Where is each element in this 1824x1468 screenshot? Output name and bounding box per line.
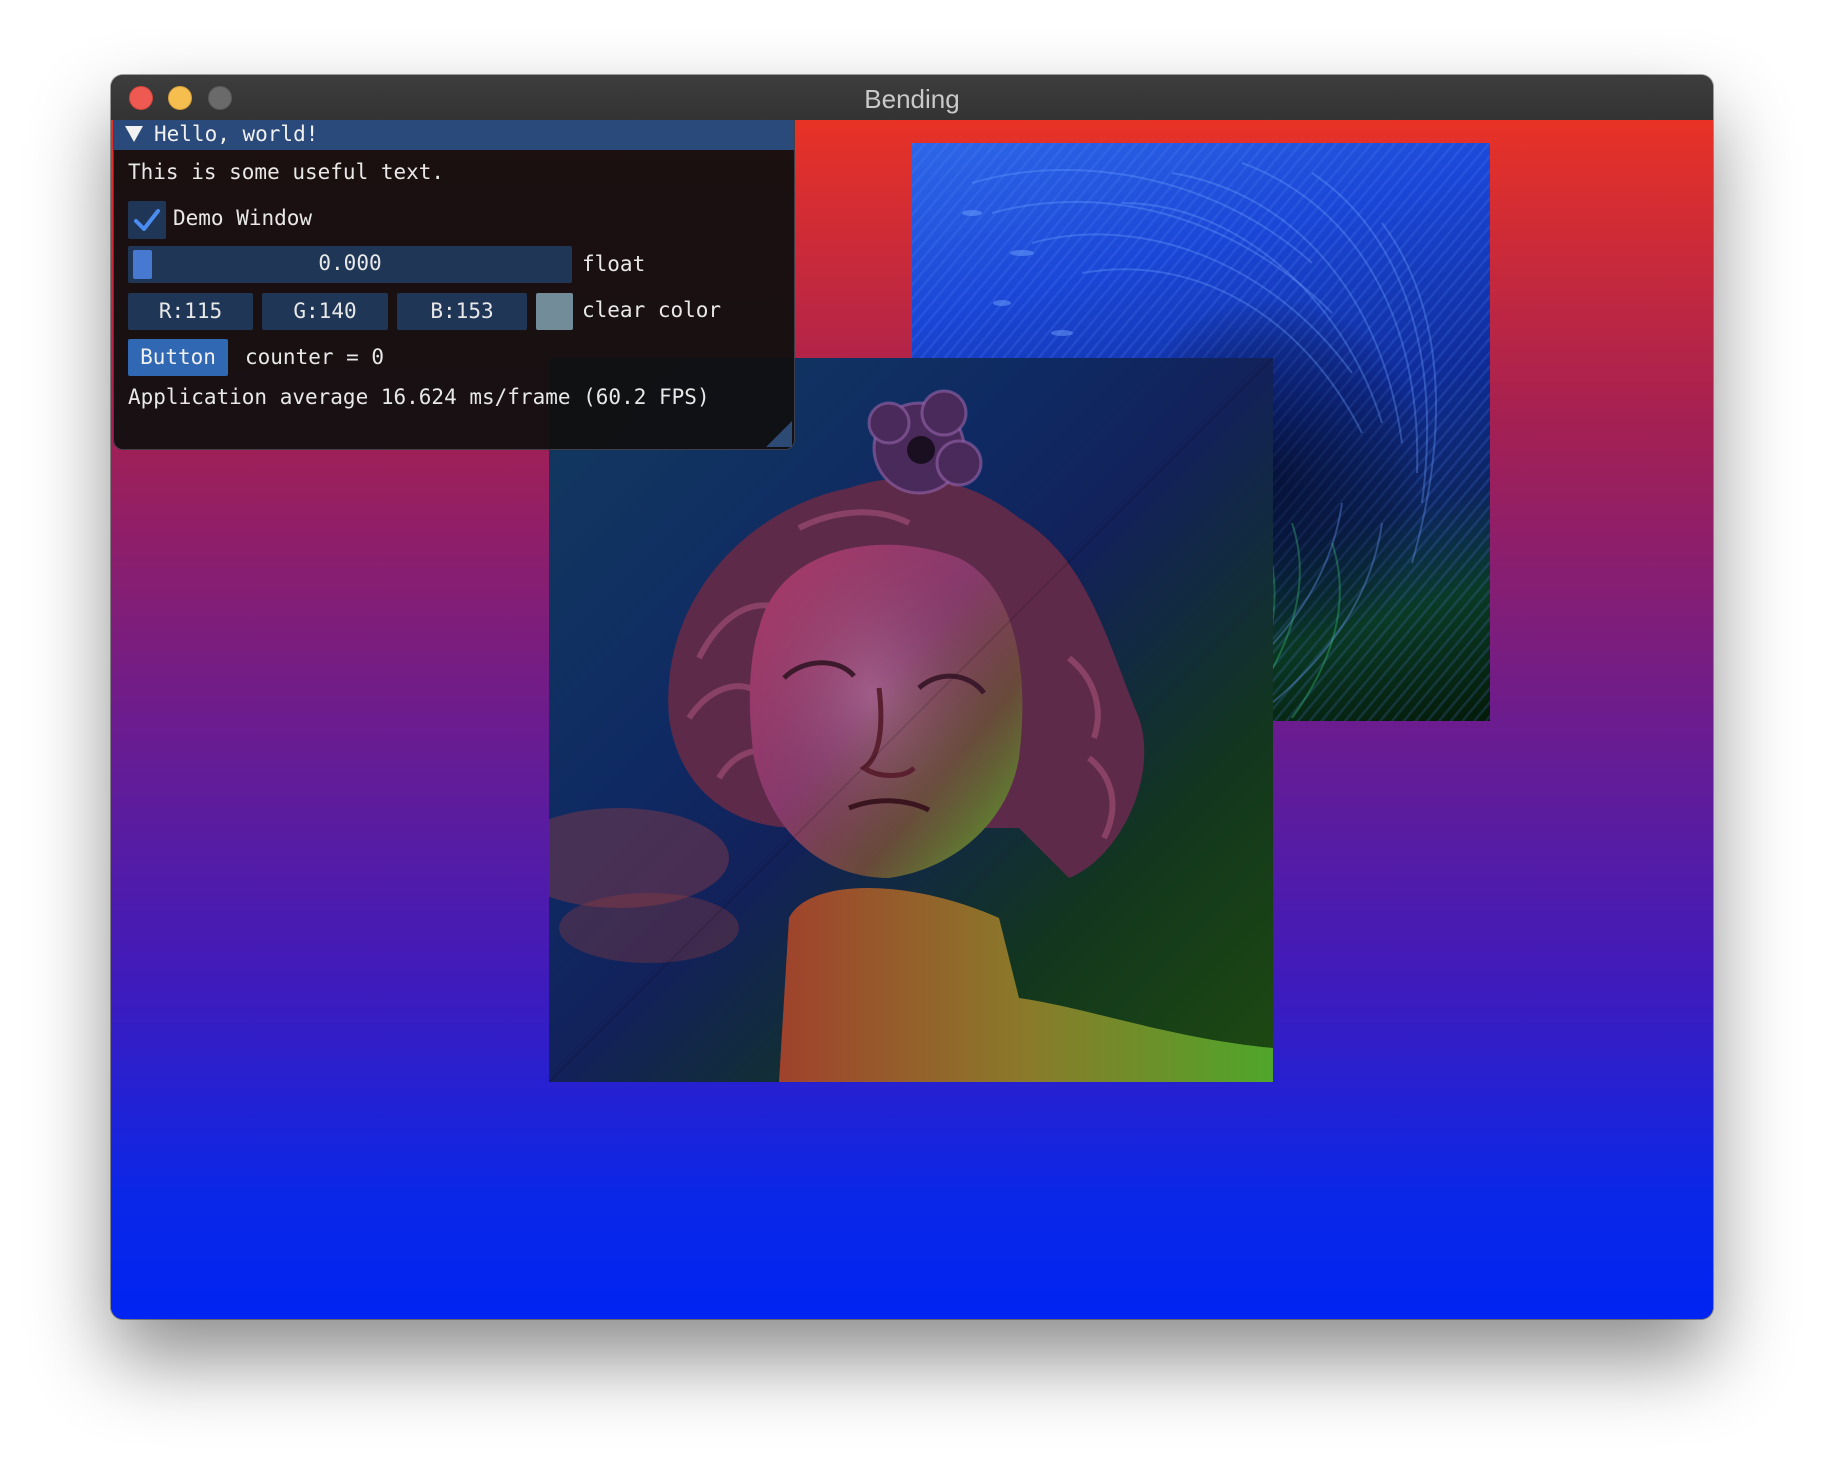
imgui-hello-window[interactable]: Hello, world! This is some useful text. … [113,120,795,450]
demo-window-label: Demo Window [173,206,313,230]
float-label: float [582,252,646,276]
useful-text: This is some useful text. [128,160,445,184]
checkmark-icon [134,209,160,231]
statue-texture-quad [549,358,1273,1082]
app-window: Bending Hello, world! This is some usefu… [111,75,1713,1319]
resize-grip[interactable] [766,421,792,447]
window-titlebar[interactable]: Bending [111,75,1713,121]
clear-color-label: clear color [582,298,722,322]
window-title: Bending [864,84,960,114]
counter-text: counter = 0 [245,345,385,369]
clear-color-swatch[interactable] [536,293,573,330]
imgui-titlebar[interactable]: Hello, world! [114,120,794,150]
demo-window-checkbox[interactable] [128,201,166,239]
triangle-down-icon[interactable] [125,126,143,142]
color-r-field[interactable]: R:115 [128,293,253,330]
fps-text: Application average 16.624 ms/frame (60.… [128,385,710,409]
slider-value: 0.000 [318,251,382,275]
float-slider[interactable]: 0.000 [128,246,572,283]
imgui-window-title: Hello, world! [154,122,319,146]
render-canvas: Hello, world! This is some useful text. … [111,120,1713,1319]
statue-image [549,358,1273,1082]
counter-button[interactable]: Button [128,339,228,376]
color-g-field[interactable]: G:140 [262,293,388,330]
color-b-field[interactable]: B:153 [397,293,527,330]
